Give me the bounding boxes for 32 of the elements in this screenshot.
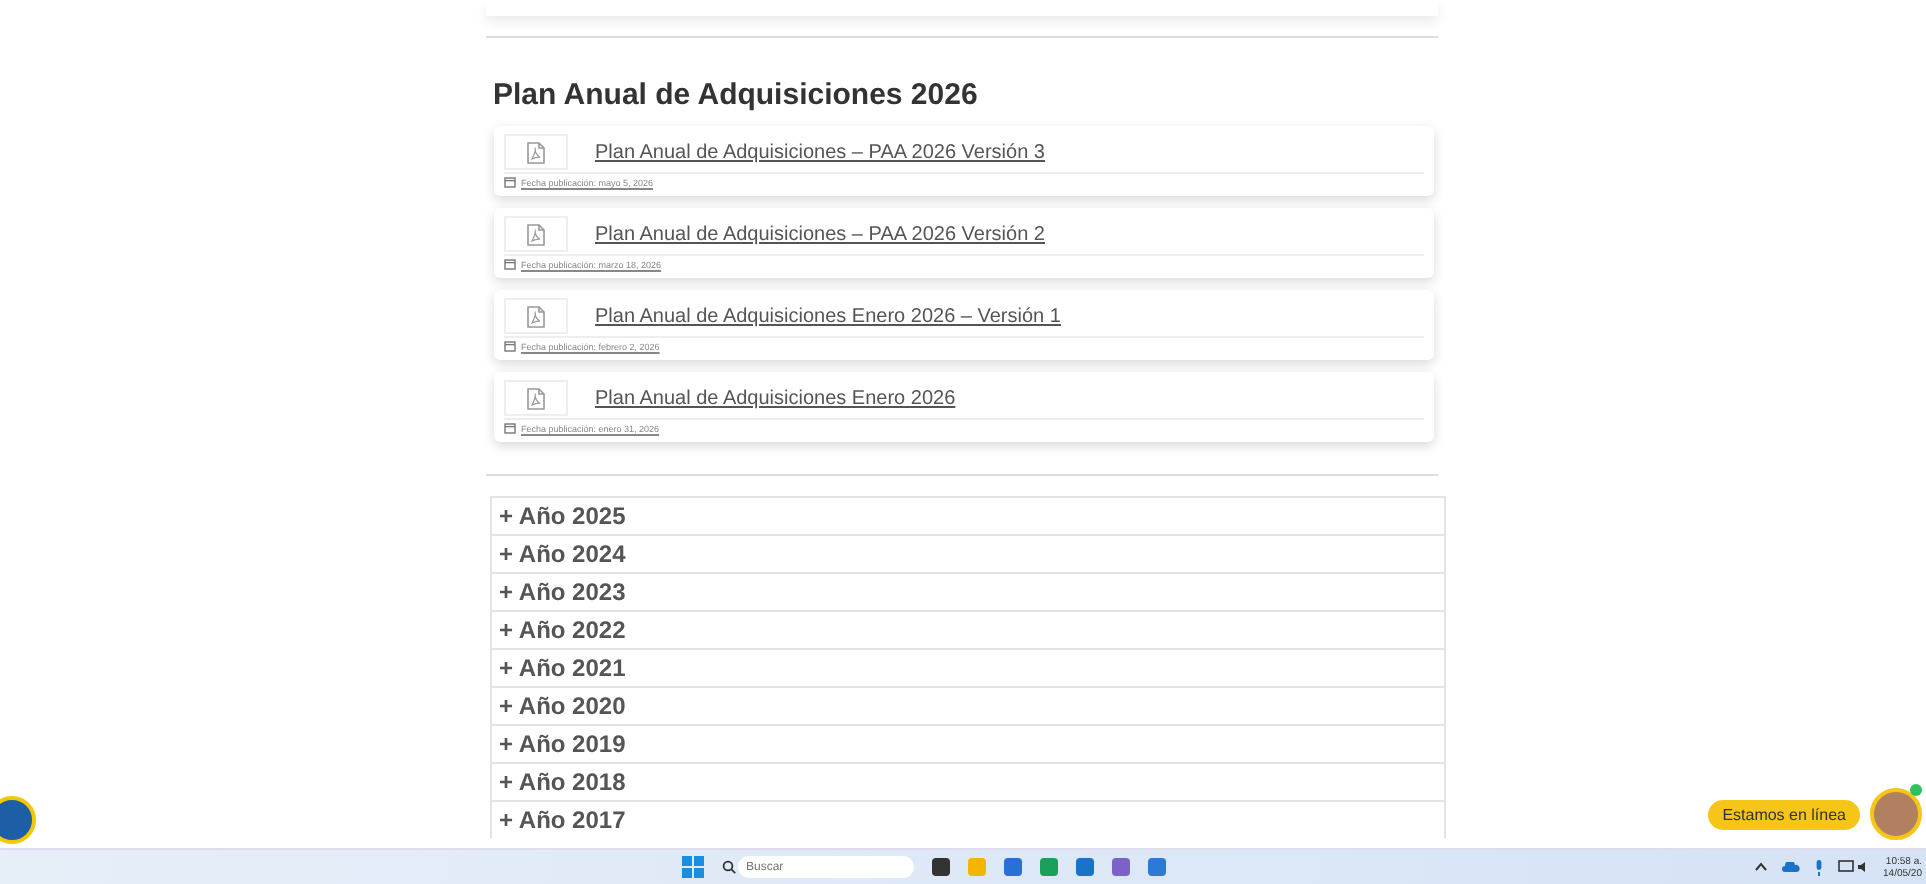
year-accordion-header[interactable]: + Año 2024 <box>489 534 1445 572</box>
pdf-file-icon[interactable] <box>503 216 567 252</box>
section-title: Plan Anual de Adquisiciones 2026 <box>493 78 980 112</box>
year-accordion-header[interactable]: + Año 2023 <box>489 572 1445 610</box>
windows-start-icon[interactable] <box>682 856 704 878</box>
document-link[interactable]: Plan Anual de Adquisiciones – PAA 2026 Versión 2 <box>595 223 1045 245</box>
monitor-speaker-icon[interactable] <box>1837 860 1870 874</box>
accessibility-icon[interactable] <box>0 796 36 844</box>
document-link[interactable]: Plan Anual de Adquisiciones Enero 2026 – Versión 1 <box>595 305 1061 327</box>
search-icon[interactable] <box>722 860 736 874</box>
online-dot-icon <box>1910 784 1922 796</box>
year-accordion-header[interactable]: + Año 2017 <box>489 800 1445 838</box>
chat-status-button[interactable]: Estamos en línea <box>1708 799 1860 829</box>
year-accordion-header[interactable]: + Año 2018 <box>489 762 1445 800</box>
pdf-file-icon[interactable] <box>503 380 567 416</box>
document-link[interactable]: Plan Anual de Adquisiciones – PAA 2026 Versión 3 <box>595 141 1045 163</box>
year-accordion-header[interactable]: + Año 2025 <box>489 496 1445 534</box>
chevron-up-icon[interactable] <box>1753 862 1768 872</box>
calendar-icon <box>503 340 515 352</box>
avatar-placeholder[interactable] <box>1870 788 1922 840</box>
year-accordion-header[interactable]: + Año 2020 <box>489 686 1445 724</box>
calendar-icon <box>503 176 515 188</box>
calendar-icon <box>503 422 515 434</box>
year-accordion-header[interactable]: + Año 2021 <box>489 648 1445 686</box>
calendar-icon <box>503 258 515 270</box>
year-accordion-header[interactable]: + Año 2022 <box>489 610 1445 648</box>
pdf-file-icon[interactable] <box>503 134 567 170</box>
year-accordion-header[interactable]: + Año 2019 <box>489 724 1445 762</box>
pdf-file-icon[interactable] <box>503 298 567 334</box>
microphone-icon[interactable] <box>1813 859 1824 875</box>
document-link[interactable]: Plan Anual de Adquisiciones Enero 2026 <box>595 387 956 409</box>
cloud-icon[interactable] <box>1781 862 1800 872</box>
